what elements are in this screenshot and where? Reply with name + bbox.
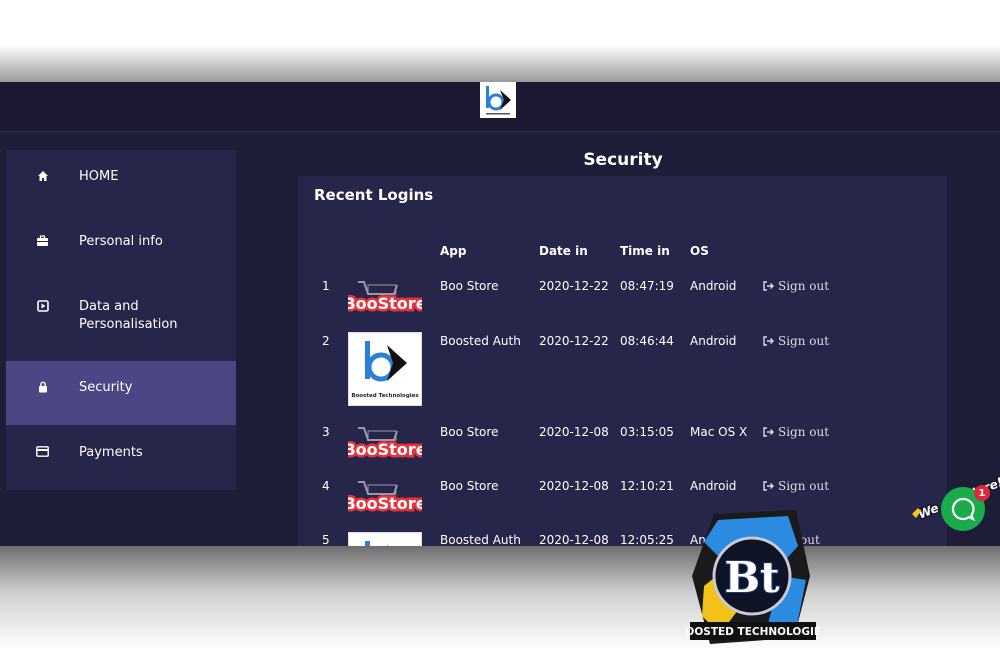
- boostore-logo: BooStore: [341, 424, 429, 462]
- os-name: Mac OS X: [690, 425, 748, 439]
- svg-text:Boosted Technologies: Boosted Technologies: [351, 393, 419, 399]
- lock-icon: [6, 379, 79, 393]
- sidebar-item-security[interactable]: Security: [6, 361, 236, 425]
- card-title: Recent Logins: [314, 186, 434, 204]
- brand-logo[interactable]: [480, 82, 516, 118]
- sign-out-icon: [763, 281, 774, 291]
- time-in: 03:15:05: [620, 425, 674, 439]
- boostore-logo: BooStore: [341, 278, 429, 316]
- sign-out-button[interactable]: Sign out: [763, 425, 829, 439]
- app-window: HOME Personal info Data and Personalisat…: [0, 82, 1000, 546]
- svg-text:BOOSTED TECHNOLOGIES: BOOSTED TECHNOLOGIES: [684, 626, 820, 638]
- boosted-technologies-watermark: Bt BOOSTED TECHNOLOGIES: [677, 506, 829, 650]
- top-bar: [0, 82, 1000, 132]
- screenshot-top-margin: [0, 0, 1000, 82]
- boosted-technologies-logo: [348, 532, 422, 546]
- time-in: 12:05:25: [620, 533, 674, 546]
- chat-unread-badge: 1: [974, 485, 990, 501]
- sidebar-nav: HOME Personal info Data and Personalisat…: [6, 150, 236, 490]
- play-square-icon: [6, 298, 79, 312]
- date-in: 2020-12-22: [539, 279, 609, 293]
- os-name: Android: [690, 279, 737, 293]
- svg-text:BooStore: BooStore: [348, 494, 422, 513]
- column-header-os: OS: [690, 244, 709, 258]
- time-in: 12:10:21: [620, 479, 674, 493]
- credit-card-icon: [6, 444, 79, 457]
- row-number: 2: [322, 334, 330, 348]
- time-in: 08:46:44: [620, 334, 674, 348]
- date-in: 2020-12-08: [539, 425, 609, 439]
- date-in: 2020-12-08: [539, 533, 609, 546]
- sign-out-icon: [763, 336, 774, 346]
- sidebar-item-label: Personal info: [79, 234, 163, 249]
- sign-out-label: Sign out: [778, 334, 830, 348]
- sidebar-item-payments[interactable]: Payments: [6, 426, 236, 490]
- sign-out-label: Sign out: [778, 279, 830, 293]
- sidebar-item-home[interactable]: HOME: [6, 150, 236, 214]
- row-number: 3: [322, 425, 330, 439]
- svg-text:Bt: Bt: [725, 553, 780, 602]
- boostore-logo: BooStore: [341, 478, 429, 516]
- sign-out-icon: [763, 481, 774, 491]
- sign-out-label: Sign out: [778, 479, 830, 493]
- app-name: Boo Store: [440, 425, 499, 439]
- sign-out-icon: [763, 427, 774, 437]
- sign-out-button[interactable]: Sign out: [763, 334, 829, 348]
- sidebar-item-label: Data and Personalisation: [79, 299, 178, 332]
- sidebar-item-label: Security: [79, 380, 133, 395]
- app-name: Boosted Auth: [440, 533, 521, 546]
- app-name: Boo Store: [440, 479, 499, 493]
- sidebar-item-personal-info[interactable]: Personal info: [6, 215, 236, 279]
- time-in: 08:47:19: [620, 279, 674, 293]
- app-name: Boosted Auth: [440, 334, 521, 348]
- boosted-technologies-logo: Boosted Technologies: [348, 332, 422, 406]
- row-number: 5: [322, 533, 330, 546]
- sign-out-label: Sign out: [778, 425, 830, 439]
- column-header-date: Date in: [539, 244, 588, 258]
- column-header-time: Time in: [620, 244, 670, 258]
- date-in: 2020-12-22: [539, 334, 609, 348]
- svg-text:BooStore: BooStore: [348, 294, 422, 313]
- chat-bubble-icon: [951, 497, 976, 522]
- recent-logins-card: Recent Logins App Date in Time in OS 1 B…: [298, 176, 947, 546]
- row-number: 1: [322, 279, 330, 293]
- home-icon: [6, 168, 79, 182]
- app-name: Boo Store: [440, 279, 499, 293]
- sign-out-button[interactable]: Sign out: [763, 279, 829, 293]
- os-name: Android: [690, 479, 737, 493]
- screenshot-bottom-margin: [0, 546, 1000, 650]
- date-in: 2020-12-08: [539, 479, 609, 493]
- briefcase-icon: [6, 233, 79, 247]
- sidebar-item-label: HOME: [79, 169, 119, 184]
- sidebar-item-label: Payments: [79, 445, 143, 460]
- svg-text:BooStore: BooStore: [348, 440, 422, 459]
- sign-out-button[interactable]: Sign out: [763, 479, 829, 493]
- os-name: Android: [690, 334, 737, 348]
- sidebar-item-data-personalisation[interactable]: Data and Personalisation: [6, 280, 236, 360]
- column-header-app: App: [440, 244, 467, 258]
- row-number: 4: [322, 479, 330, 493]
- page-title: Security: [583, 150, 663, 170]
